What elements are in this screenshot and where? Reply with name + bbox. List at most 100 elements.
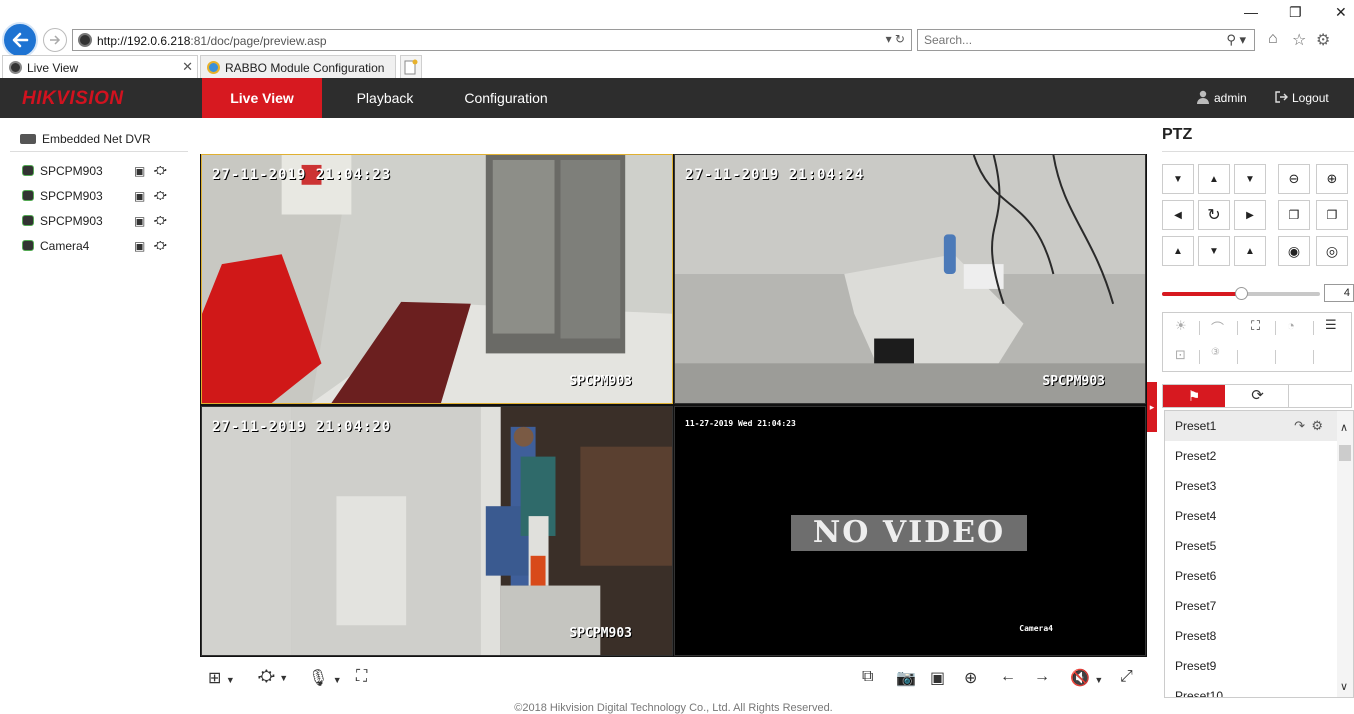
3d-positioning-icon[interactable]: ③	[1211, 347, 1220, 358]
close-window-icon[interactable]: ✕	[1335, 4, 1347, 21]
lens-init-icon[interactable]: ◔	[1287, 318, 1295, 333]
back-button[interactable]	[2, 22, 38, 58]
user-menu[interactable]: admin	[1196, 78, 1247, 118]
stream-type-icon[interactable]: ⛮ ▼	[258, 668, 288, 686]
zoom-out-icon[interactable]: ⊖	[1278, 164, 1310, 194]
camera-item[interactable]: SPCPM903 ▣ ⛮	[10, 158, 188, 183]
close-tab-icon[interactable]: ✕	[182, 59, 193, 75]
auto-scan-icon[interactable]: ↻	[1198, 200, 1230, 230]
ptz-speed-knob[interactable]	[1235, 287, 1248, 300]
focus-far-icon[interactable]: ❐	[1316, 200, 1348, 230]
menu-icon[interactable]: ☰	[1325, 317, 1337, 333]
auxiliary-focus-icon[interactable]: ⛶	[1251, 318, 1260, 334]
tab-live-view[interactable]: Live View ✕	[2, 55, 198, 78]
new-tab-button[interactable]	[400, 55, 422, 78]
preset-item[interactable]: Preset7	[1165, 591, 1353, 621]
menu-live-view[interactable]: Live View	[202, 78, 322, 118]
iris-open-icon[interactable]: ◉	[1278, 236, 1310, 266]
audio-mute-icon[interactable]: 🔇 ▼	[1070, 668, 1103, 688]
menu-playback[interactable]: Playback	[340, 78, 430, 118]
scroll-up-icon[interactable]: ∧	[1340, 421, 1348, 434]
preset-item[interactable]: Preset6	[1165, 561, 1353, 591]
video-tile[interactable]: 11-27-2019 Wed 21:04:23 NO VIDEO Camera4	[674, 406, 1146, 656]
preset-label: Preset9	[1175, 659, 1217, 673]
zoom-in-icon[interactable]: ⊕	[1316, 164, 1348, 194]
manual-track-icon[interactable]: ⊡	[1175, 347, 1186, 363]
record-icon[interactable]: ▣	[134, 239, 145, 253]
stop-all-preview-icon[interactable]: ⧉	[862, 668, 873, 686]
preset-item[interactable]: Preset2	[1165, 441, 1353, 471]
tab-rabbo-config[interactable]: RABBO Module Configuration	[200, 55, 396, 78]
ptz-up-left-button[interactable]: ▼	[1162, 164, 1194, 194]
video-tile[interactable]: 27-11-2019 21:04:20 SPCPM903	[201, 406, 673, 656]
favorites-star-icon[interactable]: ☆	[1292, 30, 1306, 50]
ptz-down-right-button[interactable]: ▲	[1234, 236, 1266, 266]
ptz-control-icon[interactable]: ⛮	[154, 188, 167, 203]
logout-button[interactable]: Logout	[1274, 78, 1329, 118]
home-icon[interactable]: ⌂	[1268, 30, 1278, 48]
tab-patrol[interactable]: ⟳	[1227, 385, 1289, 407]
scroll-down-icon[interactable]: ∨	[1340, 680, 1348, 693]
ptz-speed-value[interactable]: 4	[1324, 284, 1354, 302]
window-layout-icon[interactable]: ⊞ ▼	[208, 668, 235, 688]
minimize-icon[interactable]: —	[1244, 4, 1258, 20]
divider	[1237, 350, 1238, 364]
preset-item[interactable]: Preset9	[1165, 651, 1353, 681]
record-all-icon[interactable]: ▣	[930, 668, 945, 688]
preset-item[interactable]: Preset8	[1165, 621, 1353, 651]
preset-scrollbar[interactable]: ∧ ∨	[1337, 411, 1353, 697]
search-box[interactable]: ⚲ ▾	[917, 29, 1255, 51]
video-tile[interactable]: 27-11-2019 21:04:23 SPCPM903	[201, 154, 673, 404]
ptz-left-button[interactable]: ◀	[1162, 200, 1194, 230]
ptz-up-right-button[interactable]: ▼	[1234, 164, 1266, 194]
preset-item[interactable]: Preset10	[1165, 681, 1353, 697]
search-icon[interactable]: ⚲ ▾	[1226, 32, 1246, 48]
ptz-right-button[interactable]: ▶	[1234, 200, 1266, 230]
preset-item[interactable]: Preset4	[1165, 501, 1353, 531]
camera-item[interactable]: Camera4 ▣ ⛮	[10, 233, 188, 258]
tab-preset[interactable]: ⚑	[1163, 385, 1225, 407]
menu-configuration[interactable]: Configuration	[452, 78, 560, 118]
ptz-speed-slider[interactable]	[1162, 287, 1320, 300]
preset-item[interactable]: Preset5	[1165, 531, 1353, 561]
address-controls[interactable]: ▾ ↻	[886, 32, 905, 46]
restore-icon[interactable]: ❐	[1289, 4, 1302, 21]
record-icon[interactable]: ▣	[134, 214, 145, 228]
device-root[interactable]: Embedded Net DVR	[10, 126, 188, 152]
microphone-icon[interactable]: 🎙 ▼	[308, 668, 342, 688]
scroll-thumb[interactable]	[1339, 445, 1351, 461]
previous-page-icon[interactable]: ←	[1000, 668, 1016, 686]
tab-label: RABBO Module Configuration	[225, 61, 385, 75]
ptz-down-left-button[interactable]: ▲	[1162, 236, 1194, 266]
ptz-title: PTZ	[1162, 126, 1354, 152]
next-page-icon[interactable]: →	[1034, 668, 1050, 686]
fisheye-icon[interactable]: ⛶	[356, 668, 367, 686]
ptz-down-button[interactable]: ▼	[1198, 236, 1230, 266]
ptz-control-icon[interactable]: ⛮	[154, 213, 167, 228]
address-bar[interactable]: http://192.0.6.218:81/doc/page/preview.a…	[72, 29, 912, 51]
fullscreen-icon[interactable]: ⤢	[1120, 668, 1133, 686]
ptz-up-button[interactable]: ▲	[1198, 164, 1230, 194]
focus-near-icon[interactable]: ❐	[1278, 200, 1310, 230]
call-preset-icon[interactable]: ↷	[1294, 411, 1305, 441]
ptz-aux-functions: ☀ ⌒ ⛶ ◔ ☰ ⊡ ③	[1162, 312, 1352, 372]
camera-item[interactable]: SPCPM903 ▣ ⛮	[10, 208, 188, 233]
wiper-icon[interactable]: ⌒	[1211, 318, 1224, 337]
settings-gear-icon[interactable]: ⚙	[1316, 30, 1330, 50]
record-icon[interactable]: ▣	[134, 189, 145, 203]
preset-item[interactable]: Preset1 ↷ ⚙	[1165, 411, 1353, 441]
forward-button[interactable]	[43, 28, 67, 52]
set-preset-gear-icon[interactable]: ⚙	[1311, 411, 1323, 441]
digital-zoom-icon[interactable]: ⊕	[964, 668, 977, 688]
video-tile[interactable]: 27-11-2019 21:04:24 SPCPM903	[674, 154, 1146, 404]
search-input[interactable]	[924, 31, 1204, 49]
camera-item[interactable]: SPCPM903 ▣ ⛮	[10, 183, 188, 208]
ptz-control-icon[interactable]: ⛮	[154, 163, 167, 178]
light-icon[interactable]: ☀	[1175, 318, 1187, 334]
capture-icon[interactable]: 📷	[896, 668, 916, 688]
iris-close-icon[interactable]: ◎	[1316, 236, 1348, 266]
record-icon[interactable]: ▣	[134, 164, 145, 178]
ptz-control-icon[interactable]: ⛮	[154, 238, 167, 253]
preset-item[interactable]: Preset3	[1165, 471, 1353, 501]
collapse-ptz-button[interactable]: ▸	[1147, 382, 1157, 432]
